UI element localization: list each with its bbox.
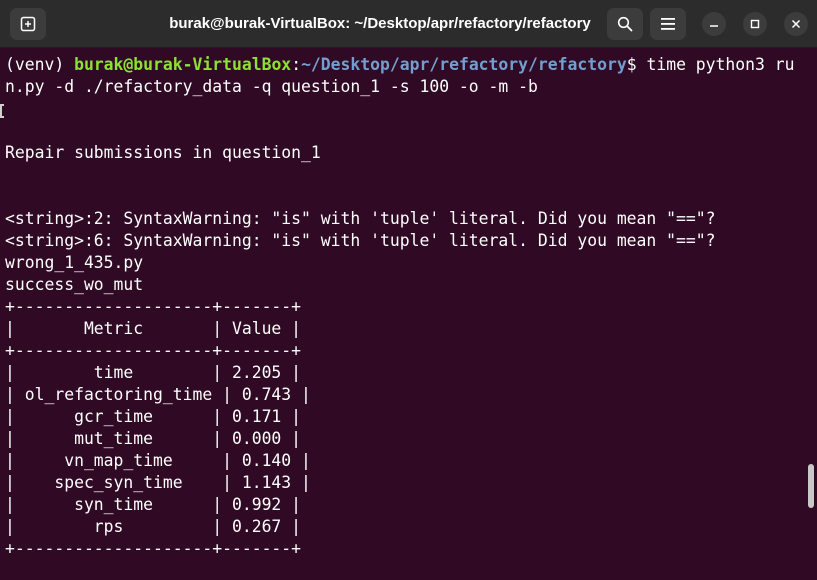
new-tab-icon bbox=[20, 16, 36, 32]
output-line: | spec_syn_time | 1.143 | bbox=[5, 473, 311, 492]
output-line: | mut_time | 0.000 | bbox=[5, 429, 302, 448]
title-bar: burak@burak-VirtualBox: ~/Desktop/apr/re… bbox=[0, 0, 817, 48]
terminal-output[interactable]: (venv) burak@burak-VirtualBox:~/Desktop/… bbox=[5, 54, 817, 580]
close-button[interactable] bbox=[784, 12, 808, 36]
close-icon bbox=[791, 19, 801, 29]
venv-indicator: (venv) bbox=[5, 55, 75, 74]
output-line: <string>:2: SyntaxWarning: "is" with 'tu… bbox=[5, 209, 716, 228]
prompt-line: (venv) burak@burak-VirtualBox:~/Desktop/… bbox=[5, 54, 817, 76]
window-title: burak@burak-VirtualBox: ~/Desktop/apr/re… bbox=[169, 15, 591, 32]
search-button[interactable] bbox=[607, 8, 643, 40]
output-line: | Metric | Value | bbox=[5, 319, 302, 338]
output-line: | vn_map_time | 0.140 | bbox=[5, 451, 311, 470]
output-line: | time | 2.205 | bbox=[5, 363, 302, 382]
output-line: success_wo_mut bbox=[5, 275, 144, 294]
new-tab-button[interactable] bbox=[10, 8, 46, 40]
output-line: | rps | 0.267 | bbox=[5, 517, 302, 536]
terminal-window: burak@burak-VirtualBox: ~/Desktop/apr/re… bbox=[0, 0, 817, 580]
output-line: | ol_refactoring_time | 0.743 | bbox=[5, 385, 311, 404]
maximize-icon bbox=[750, 19, 760, 29]
output-line: +--------------------+-------+ bbox=[5, 341, 302, 360]
search-icon bbox=[617, 16, 633, 32]
prompt-colon: : bbox=[291, 55, 302, 74]
command-continuation: n.py -d ./refactory_data -q question_1 -… bbox=[5, 77, 538, 96]
minimize-icon bbox=[710, 25, 718, 27]
scrollbar-thumb[interactable] bbox=[808, 464, 814, 508]
minimize-button[interactable] bbox=[702, 12, 726, 36]
prompt-path: ~/Desktop/apr/refactory/refactory bbox=[301, 55, 627, 74]
output-line: <string>:6: SyntaxWarning: "is" with 'tu… bbox=[5, 231, 716, 250]
output-line: | syn_time | 0.992 | bbox=[5, 495, 302, 514]
command-text: time python3 ru bbox=[646, 55, 795, 74]
menu-button[interactable] bbox=[650, 8, 686, 40]
output-line: Repair submissions in question_1 bbox=[5, 143, 321, 162]
window-edge-marker bbox=[0, 104, 4, 118]
prompt-user-host: burak@burak-VirtualBox bbox=[74, 55, 292, 74]
maximize-button[interactable] bbox=[743, 12, 767, 36]
output-line: wrong_1_435.py bbox=[5, 253, 144, 272]
hamburger-menu-icon bbox=[661, 18, 675, 30]
output-line: +--------------------+-------+ bbox=[5, 539, 302, 558]
output-block: Repair submissions in question_1 <string>… bbox=[5, 98, 817, 560]
prompt-dollar: $ bbox=[626, 55, 647, 74]
output-line: +--------------------+-------+ bbox=[5, 297, 302, 316]
output-line: | gcr_time | 0.171 | bbox=[5, 407, 302, 426]
